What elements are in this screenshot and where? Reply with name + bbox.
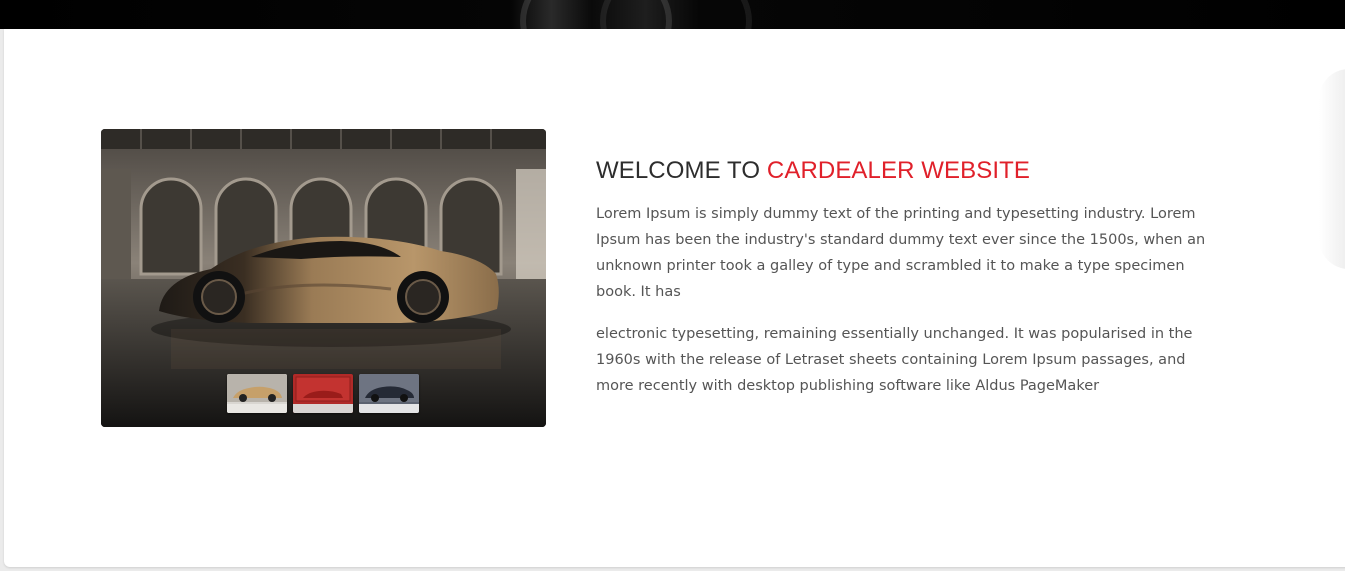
thumbnail-red-car[interactable] [293, 374, 353, 413]
heading-prefix: WELCOME TO [596, 157, 761, 184]
thumbnail-dark-car[interactable] [359, 374, 419, 413]
welcome-heading: WELCOME TO CARDEALER WEBSITE [596, 157, 1030, 185]
heading-accent: CARDEALER WEBSITE [766, 157, 1031, 184]
welcome-section: WELCOME TO CARDEALER WEBSITE Lorem Ipsum… [4, 29, 1345, 567]
intro-paragraph-1: Lorem Ipsum is simply dummy text of the … [596, 206, 1206, 300]
banner-swirl-decoration [600, 0, 752, 29]
thumbnail-strip [227, 374, 419, 413]
car-gallery [101, 129, 546, 427]
intro-paragraph-2: electronic typesetting, remaining essent… [596, 326, 1193, 394]
right-edge-shadow [1319, 69, 1345, 269]
top-banner [0, 0, 1345, 29]
thumbnail-gold-car[interactable] [227, 374, 287, 413]
